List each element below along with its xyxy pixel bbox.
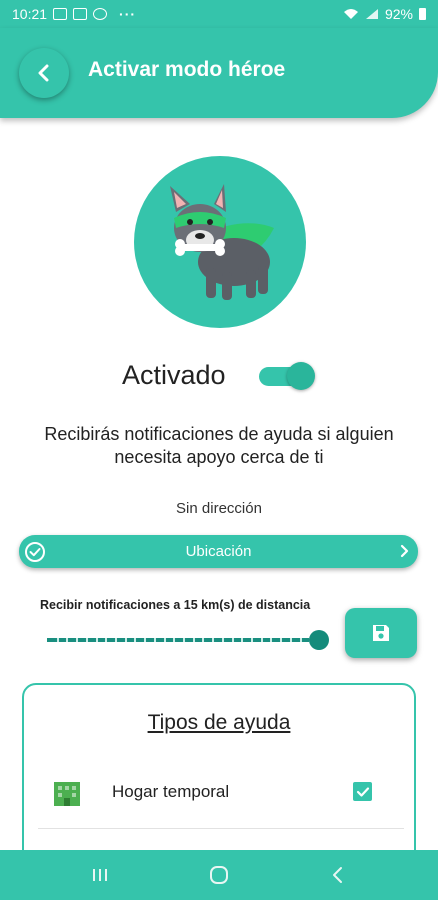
- slider-tick: [251, 638, 253, 642]
- slider-tick: [163, 638, 166, 642]
- superhero-dog-illustration: [170, 184, 274, 300]
- slider-tick: [241, 638, 244, 642]
- status-time: 10:21: [12, 6, 48, 22]
- slider-tick: [231, 638, 234, 642]
- divider: [38, 828, 404, 829]
- slider-tick: [56, 638, 59, 642]
- slider-tick: [202, 638, 205, 642]
- slider-tick: [212, 638, 215, 642]
- recent-apps-icon: [92, 869, 107, 881]
- gallery-icon: [53, 8, 68, 20]
- slider-tick: [183, 638, 185, 642]
- slider-tick: [144, 638, 147, 642]
- help-type-checkbox[interactable]: [353, 782, 372, 801]
- save-button[interactable]: [345, 608, 417, 658]
- slider-tick: [280, 638, 283, 642]
- slider-tick: [95, 638, 98, 642]
- hero-mode-toggle[interactable]: [259, 362, 315, 390]
- slider-tick: [289, 638, 292, 642]
- status-bar: 10:21 ··· 92%: [0, 0, 438, 28]
- chevron-right-icon: [400, 544, 409, 558]
- whatsapp-icon: [93, 8, 108, 20]
- hero-status-label: Activado: [122, 360, 226, 390]
- toggle-thumb: [287, 362, 315, 390]
- recent-apps-button[interactable]: [80, 855, 120, 895]
- slider-tick: [299, 638, 302, 642]
- signal-icon: [365, 9, 378, 19]
- distance-label: Recibir notificaciones a 15 km(s) de dis…: [40, 598, 311, 612]
- check-circle-icon: [25, 542, 45, 562]
- location-button[interactable]: Ubicación: [19, 535, 418, 568]
- slider-tick: [66, 638, 69, 642]
- arrow-left-icon: [38, 64, 49, 82]
- home-button[interactable]: [199, 855, 239, 895]
- wifi-icon: [343, 9, 358, 19]
- battery-icon: [419, 8, 426, 20]
- building-icon: [54, 782, 80, 806]
- more-notifications-icon: ···: [119, 6, 137, 22]
- help-type-label: Hogar temporal: [112, 782, 230, 801]
- slider-tick: [260, 638, 263, 642]
- slider-tick: [115, 638, 117, 642]
- slider-tick: [173, 638, 176, 642]
- help-type-row[interactable]: Hogar temporal: [24, 771, 414, 821]
- slider-tick: [76, 638, 79, 642]
- back-icon: [333, 867, 343, 883]
- slider-knob[interactable]: [309, 630, 329, 650]
- page-title: Activar modo héroe: [88, 58, 286, 81]
- image-icon: [73, 8, 88, 20]
- slider-tick: [270, 638, 273, 642]
- status-bar-right: 92%: [343, 6, 426, 22]
- hero-description: Recibirás notificaciones de ayuda si alg…: [44, 424, 394, 467]
- checkmark-icon: [356, 786, 369, 797]
- slider-tick: [221, 638, 224, 642]
- nav-back-button[interactable]: [318, 855, 358, 895]
- app-header: Activar modo héroe: [0, 28, 438, 118]
- slider-tick: [105, 638, 108, 642]
- hero-dog-avatar: [134, 156, 306, 328]
- system-nav-bar: [0, 850, 438, 900]
- location-button-label: Ubicación: [185, 543, 252, 560]
- slider-tick: [85, 638, 88, 642]
- battery-percent: 92%: [384, 6, 413, 22]
- slider-tick: [134, 638, 137, 642]
- help-types-title: Tipos de ayuda: [147, 711, 291, 734]
- floppy-disk-icon: [373, 625, 389, 641]
- status-bar-left: 10:21 ···: [12, 6, 136, 22]
- slider-tick: [124, 638, 127, 642]
- slider-tick: [153, 638, 156, 642]
- slider-tick: [192, 638, 195, 642]
- back-button[interactable]: [19, 48, 69, 98]
- address-text: Sin dirección: [176, 500, 262, 517]
- distance-slider[interactable]: [47, 630, 329, 650]
- home-icon: [209, 866, 228, 884]
